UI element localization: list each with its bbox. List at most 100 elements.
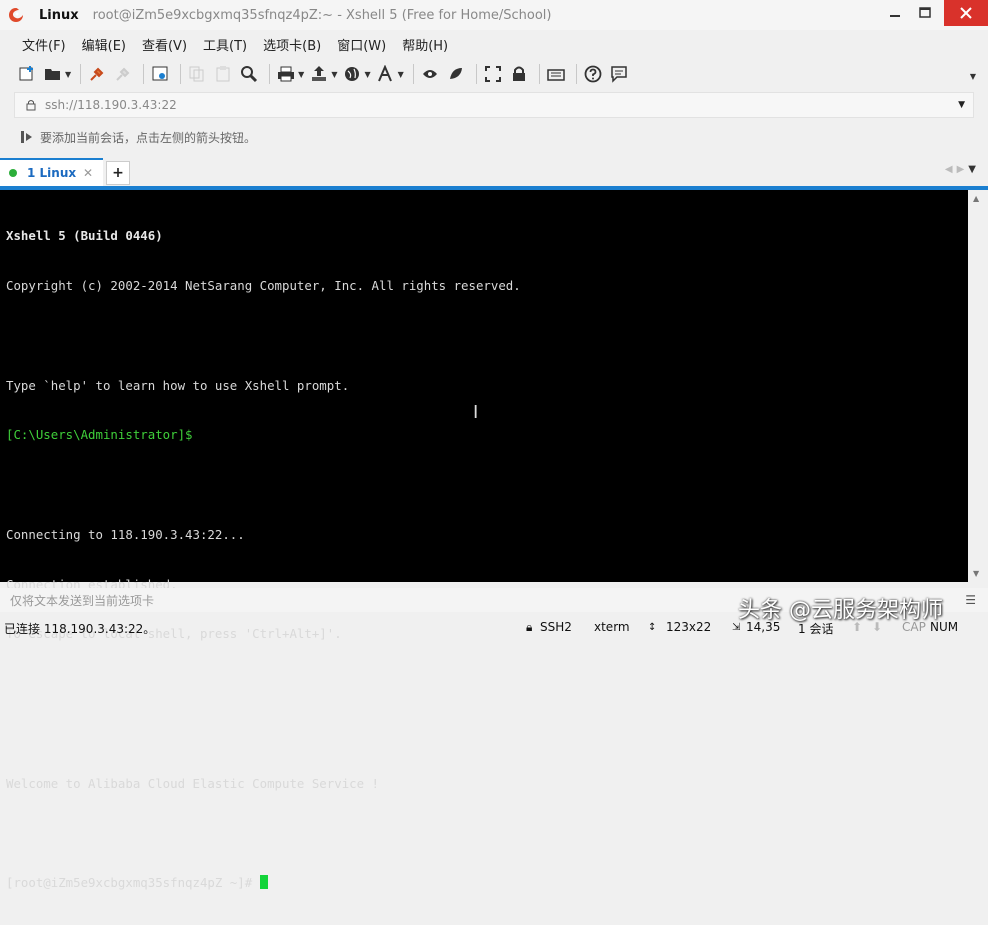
help-icon [584, 65, 602, 83]
paste-icon [216, 66, 230, 82]
terminal-size-status: 123x22 [666, 620, 712, 634]
local-prompt-line: [C:\Users\Administrator]$ [6, 427, 193, 443]
menu-view[interactable]: 查看(V) [134, 35, 195, 54]
toolbar-divider [269, 64, 271, 84]
open-button[interactable] [42, 63, 64, 85]
terminal-scrollbar[interactable]: ▲ ▼ [968, 190, 988, 582]
keyboard-icon [547, 69, 565, 81]
protocol-status: SSH2 [540, 620, 572, 634]
tab-label: 1 Linux [27, 166, 77, 180]
chevron-down-icon[interactable]: ▼ [298, 70, 304, 79]
terminal-line: Xshell 5 (Build 0446) [6, 228, 163, 244]
unplug-icon [116, 67, 130, 81]
toolbar-divider [80, 64, 82, 84]
properties-button[interactable] [149, 63, 171, 85]
connected-status-icon [9, 169, 17, 177]
menu-tools[interactable]: 工具(T) [195, 35, 255, 54]
chevron-down-icon[interactable]: ▼ [364, 70, 370, 79]
paste-button[interactable] [212, 63, 234, 85]
xmanager-button[interactable] [445, 63, 467, 85]
chevron-down-icon[interactable]: ▼ [331, 70, 337, 79]
tab-close-icon[interactable]: ✕ [83, 166, 93, 180]
xftp-button[interactable] [419, 63, 441, 85]
menu-file[interactable]: 文件(F) [14, 35, 74, 54]
terminal-line: Welcome to Alibaba Cloud Elastic Compute… [6, 775, 379, 791]
new-tab-button[interactable]: + [106, 161, 130, 185]
terminal-cursor [259, 875, 268, 890]
window-app-name: Linux [39, 7, 79, 23]
globe-icon [345, 67, 360, 81]
fullscreen-button[interactable] [482, 63, 504, 85]
tab-navigation[interactable]: ◀▶▼ [945, 164, 980, 175]
chevron-down-icon[interactable]: ▼ [958, 100, 965, 110]
tab-prev-icon[interactable]: ◀ [945, 164, 957, 175]
transfer-icon [312, 66, 327, 81]
disconnect-button[interactable] [112, 63, 134, 85]
transfer-button[interactable] [308, 63, 330, 85]
minimize-button[interactable] [878, 0, 912, 26]
connect-button[interactable] [86, 63, 108, 85]
copy-button[interactable] [186, 63, 208, 85]
toolbar-overflow-icon[interactable]: ▼ [970, 72, 976, 81]
folder-icon [45, 69, 60, 80]
minimize-icon [890, 15, 900, 17]
scroll-down-icon[interactable]: ▼ [973, 569, 979, 578]
toolbar-divider [143, 64, 145, 84]
compose-input[interactable]: 仅将文本发送到当前选项卡 [10, 592, 154, 609]
menu-help[interactable]: 帮助(H) [394, 35, 456, 54]
tab-list-icon[interactable]: ▼ [968, 164, 980, 175]
lock-icon [26, 100, 36, 111]
toolbar-divider [180, 64, 182, 84]
toolbar-divider [475, 64, 477, 84]
menu-window[interactable]: 窗口(W) [329, 35, 394, 54]
maximize-button[interactable] [908, 0, 942, 26]
connection-status: 已连接 118.190.3.43:22。 [4, 622, 156, 636]
fullscreen-icon [484, 66, 501, 82]
tab-next-icon[interactable]: ▶ [957, 164, 969, 175]
address-input[interactable]: ssh://118.190.3.43:22 [45, 98, 177, 112]
font-button[interactable] [375, 63, 397, 85]
menu-icon[interactable]: ☰ [965, 593, 976, 607]
terminal-screen[interactable]: Xshell 5 (Build 0446) Copyright (c) 2002… [0, 190, 968, 890]
hint-text: 要添加当前会话，点击左侧的箭头按钮。 [40, 130, 257, 145]
encoding-button[interactable] [341, 63, 363, 85]
new-session-button[interactable] [16, 63, 38, 85]
remote-prompt: [root@iZm5e9xcbgxmq35sfnqz4pZ ~]# [6, 875, 260, 891]
font-icon [377, 65, 392, 82]
arrow-add-session-icon[interactable] [20, 130, 34, 144]
xmanager-icon [449, 68, 462, 79]
toolbar-divider [575, 64, 577, 84]
properties-icon [152, 66, 168, 81]
lock-icon [512, 66, 525, 81]
new-session-icon [19, 66, 33, 81]
chevron-down-icon[interactable]: ▼ [65, 70, 71, 79]
menu-bar: 文件(F) 编辑(E) 查看(V) 工具(T) 选项卡(B) 窗口(W) 帮助(… [0, 30, 988, 58]
toolbar: ▼ ▼ ▼ ▼ ▼ ▼ [0, 58, 988, 90]
menu-tab[interactable]: 选项卡(B) [255, 35, 329, 54]
chat-button[interactable] [608, 63, 630, 85]
scroll-up-icon[interactable]: ▲ [973, 194, 979, 203]
copy-icon [189, 66, 204, 82]
window-title: root@iZm5e9xcbgxmq35sfnqz4pZ:~ - Xshell … [92, 7, 552, 23]
xftp-icon [422, 70, 437, 78]
chat-icon [611, 66, 627, 83]
toolbar-divider [412, 64, 414, 84]
close-button[interactable] [944, 0, 988, 26]
chevron-down-icon[interactable]: ▼ [398, 70, 404, 79]
tab-linux[interactable]: 1 Linux ✕ [0, 158, 103, 186]
menu-edit[interactable]: 编辑(E) [74, 35, 134, 54]
lock-button[interactable] [508, 63, 530, 85]
lock-icon: 🔒︎ [526, 620, 533, 634]
plug-icon [90, 67, 104, 81]
print-button[interactable] [275, 63, 297, 85]
session-hint-bar: 要添加当前会话，点击左侧的箭头按钮。 [0, 124, 988, 150]
plus-icon: + [112, 165, 124, 181]
find-button[interactable] [238, 63, 260, 85]
terminal-line: Copyright (c) 2002-2014 NetSarang Comput… [6, 277, 521, 293]
address-bar[interactable]: ssh://118.190.3.43:22 ▼ [14, 92, 974, 118]
help-button[interactable] [582, 63, 604, 85]
keyboard-button[interactable] [545, 63, 567, 85]
